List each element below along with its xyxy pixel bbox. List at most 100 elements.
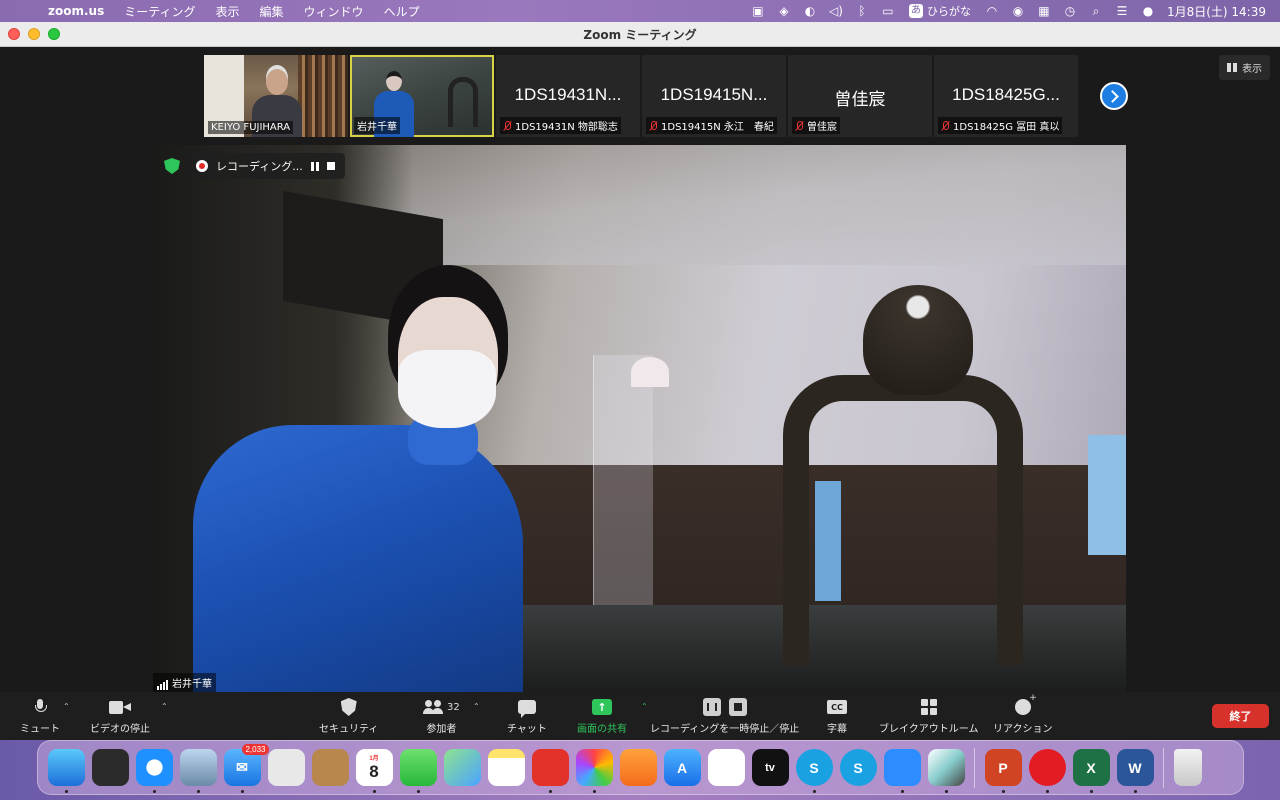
time-machine-icon[interactable]: ◷ (1057, 0, 1083, 22)
participant-display-name: 曽佳宸 (834, 90, 886, 109)
bluetooth-icon[interactable]: ᛒ (849, 0, 875, 22)
pause-icon[interactable] (702, 698, 721, 716)
participants-button[interactable]: 32 ⌃ 参加者 (423, 698, 480, 735)
menu-help[interactable]: ヘルプ (374, 3, 430, 20)
recording-control-button[interactable]: レコーディングを一時停止／停止 (650, 698, 799, 735)
mission-control-icon[interactable] (91, 749, 129, 786)
skype-icon[interactable]: S (795, 749, 833, 793)
menu-app-name[interactable]: zoom.us (44, 4, 114, 18)
closed-captions-icon: CC (827, 700, 847, 714)
recording-dot-icon (196, 160, 208, 172)
end-meeting-button[interactable]: 終了 (1212, 704, 1269, 728)
maps-icon[interactable] (443, 749, 481, 786)
participant-tile-active-speaker[interactable]: 岩井千華 (350, 55, 494, 137)
next-page-arrow-icon[interactable] (1100, 82, 1128, 110)
encryption-shield-icon[interactable] (164, 158, 180, 174)
reactions-button[interactable]: リアクション (993, 693, 1053, 735)
battery-icon[interactable]: ▭ (875, 0, 901, 22)
calendar-icon[interactable]: 1月 8 (355, 749, 393, 793)
stop-video-label: ビデオの停止 (90, 724, 150, 735)
safari-icon[interactable] (135, 749, 173, 793)
photos-icon[interactable] (575, 749, 613, 793)
view-button[interactable]: 表示 (1219, 55, 1270, 80)
mail-icon[interactable]: ✉ 2,033 (223, 744, 269, 793)
apple-tv-icon[interactable]: tv (751, 749, 789, 786)
participant-name: KEIYO FUJIHARA (208, 121, 294, 134)
mic-muted-icon (795, 120, 804, 131)
dropbox-icon[interactable]: ◈ (771, 0, 797, 22)
breakout-rooms-grid-icon (920, 699, 937, 715)
zoom-status-icon[interactable]: ▣ (745, 0, 771, 22)
share-options-chevron-icon[interactable]: ⌃ (641, 702, 648, 711)
google-drive-icon[interactable] (927, 749, 965, 793)
books-icon[interactable] (619, 749, 657, 786)
video-options-chevron-icon[interactable]: ⌃ (161, 702, 168, 711)
recording-control-label: レコーディングを一時停止／停止 (650, 724, 800, 735)
participant-tile[interactable]: KEIYO FUJIHARA (204, 55, 348, 137)
control-center-icon[interactable]: ☰ (1109, 0, 1135, 22)
close-window-button[interactable] (8, 28, 20, 40)
keyboard-icon[interactable]: ▦ (1031, 0, 1057, 22)
user-icon[interactable]: ◉ (1005, 0, 1031, 22)
input-method-menu[interactable]: あ ひらがな (901, 3, 979, 19)
fullscreen-window-button[interactable] (48, 28, 60, 40)
participant-tile[interactable]: 1DS19431N... 1DS19431N 物部聡志 (496, 55, 640, 137)
participant-tile[interactable]: 曽佳宸 曽佳宸 (788, 55, 932, 137)
preview-icon[interactable] (179, 749, 217, 793)
notes-icon[interactable] (487, 749, 525, 786)
chat-button[interactable]: チャット (507, 698, 547, 735)
breakout-rooms-label: ブレイクアウトルーム (879, 724, 979, 735)
minimize-window-button[interactable] (28, 28, 40, 40)
powerpoint-icon[interactable]: P (984, 749, 1022, 793)
security-button[interactable]: セキュリティ (319, 698, 378, 735)
menu-clock[interactable]: 1月8日(土) 14:39 (1161, 3, 1272, 20)
captions-button[interactable]: CC 字幕 (827, 698, 847, 735)
connection-signal-icon (157, 680, 168, 690)
launchpad-icon[interactable] (267, 749, 305, 786)
participant-display-name: 1DS18425G... (952, 85, 1060, 104)
speaker-name: 岩井千華 (172, 679, 212, 690)
norton-icon[interactable]: ◐ (797, 0, 823, 22)
active-speaker-video[interactable]: レコーディング... 岩井千華 (153, 145, 1126, 692)
finder-icon[interactable] (47, 749, 85, 793)
audio-options-chevron-icon[interactable]: ⌃ (63, 702, 70, 711)
menu-window[interactable]: ウィンドウ (294, 3, 374, 20)
menu-meeting[interactable]: ミーティング (114, 3, 205, 20)
participants-options-chevron-icon[interactable]: ⌃ (473, 702, 480, 711)
skype-business-icon[interactable]: S (839, 749, 877, 786)
breakout-rooms-button[interactable]: ブレイクアウトルーム (879, 698, 979, 735)
photo-booth-icon[interactable] (531, 749, 569, 793)
apple-tv-label: tv (765, 761, 775, 774)
share-screen-button[interactable]: ↑ ⌃ 画面の共有 (577, 698, 648, 735)
siri-icon[interactable]: ● (1135, 0, 1161, 22)
participants-count: 32 (447, 701, 460, 713)
participant-name: 岩井千華 (354, 117, 400, 134)
wifi-icon[interactable]: ◠ (979, 0, 1005, 22)
mute-button[interactable]: ⌃ ミュート (20, 698, 70, 735)
trend-micro-icon[interactable] (1028, 749, 1066, 793)
participant-tile[interactable]: 1DS19415N... 1DS19415N 永江 春紀 (642, 55, 786, 137)
menu-view[interactable]: 表示 (206, 3, 250, 20)
messages-icon[interactable] (399, 749, 437, 793)
reactions-label: リアクション (993, 724, 1053, 735)
stop-icon[interactable] (728, 698, 747, 716)
participant-tile[interactable]: 1DS18425G... 1DS18425G 冨田 真以 (934, 55, 1078, 137)
zoom-meeting-window: Zoom ミーティング KEIYO FUJIHARA 岩井千華 1DS19431… (0, 22, 1280, 740)
window-title: Zoom ミーティング (583, 27, 697, 42)
calendar-day: 8 (369, 762, 379, 781)
chat-label: チャット (507, 724, 547, 735)
zoom-icon[interactable] (883, 749, 921, 793)
volume-icon[interactable]: ◁) (823, 0, 849, 22)
word-icon[interactable]: W (1116, 749, 1154, 793)
menu-edit[interactable]: 編集 (250, 3, 294, 20)
contacts-icon[interactable] (311, 749, 349, 786)
stop-recording-icon[interactable] (326, 162, 335, 170)
mic-muted-icon (941, 120, 950, 131)
reminders-icon[interactable] (707, 749, 745, 786)
pause-recording-icon[interactable] (310, 161, 319, 171)
trash-icon[interactable] (1173, 749, 1202, 786)
excel-icon[interactable]: X (1072, 749, 1110, 793)
spotlight-search-icon[interactable]: ⌕ (1083, 0, 1109, 22)
stop-video-button[interactable]: ⌃ ビデオの停止 (90, 698, 168, 735)
app-store-icon[interactable]: A (663, 749, 701, 786)
